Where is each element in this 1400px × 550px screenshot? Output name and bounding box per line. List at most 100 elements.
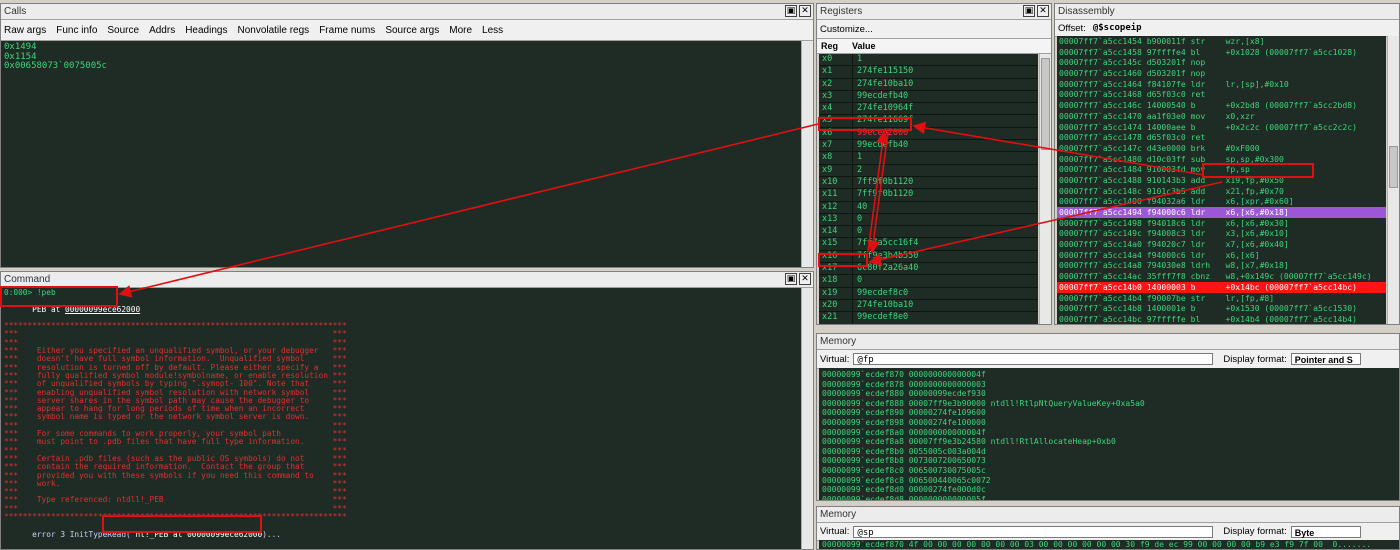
register-value[interactable]: 274fe10964f [852,103,1038,115]
register-value[interactable]: 99ecdef8c0 [852,287,1038,299]
calls-toolbar-button[interactable]: Source args [385,25,439,36]
register-row[interactable]: x5 274fe11669f [819,115,1038,128]
call-frame-row[interactable]: 0x00658073`0075005c [4,61,799,72]
calls-scrollbar[interactable] [801,41,813,267]
register-value[interactable]: 2 [852,164,1038,176]
register-row[interactable]: x17 6c80f2a26a40 [819,263,1038,276]
disassembly-row[interactable]: 00007ff7`a5cc1488 910143b3 add x19,fp,#0… [1057,175,1386,186]
close-icon[interactable]: ✕ [799,5,811,17]
disassembly-row[interactable]: 00007ff7`a5cc1468 d65f03c0 ret [1057,89,1386,100]
register-value[interactable]: 7ff9e3b4b550 [852,250,1038,263]
call-frame-row[interactable]: 0x1154 [4,52,799,63]
disassembly-row[interactable]: 00007ff7`a5cc147c d43e0000 brk #0xF000 [1057,143,1386,154]
value-column-header[interactable]: Value [848,39,876,53]
command-scrollbar[interactable] [801,288,813,549]
display-format-select[interactable]: Pointer and S [1290,353,1361,365]
register-value[interactable]: 274fe115150 [852,66,1038,78]
disassembly-row[interactable]: 00007ff7`a5cc14a8 794030e8 ldrh w8,[x7,#… [1057,260,1386,271]
calls-toolbar-button[interactable]: Func info [56,25,97,36]
disassembly-scrollbar[interactable] [1387,36,1399,324]
disassembly-row[interactable]: 00007ff7`a5cc1460 d503201f nop [1057,68,1386,79]
registers-scroll-thumb[interactable] [1041,58,1050,150]
register-value[interactable]: 7ff9f0b1120 [852,176,1038,189]
register-row[interactable]: x6 99ece62000 [819,127,1038,141]
register-row[interactable]: x16 7ff9e3b4b550 [819,250,1038,264]
dock-icon[interactable]: ▣ [785,5,797,17]
dock-icon[interactable]: ▣ [1023,5,1035,17]
disassembly-row[interactable]: 00007ff7`a5cc14a0 f94020c7 ldr x7,[x6,#0… [1057,239,1386,250]
register-row[interactable]: x7 99ecdefb40 [819,140,1038,153]
disassembly-row[interactable]: 00007ff7`a5cc148c 9101c3b5 add x21,fp,#0… [1057,186,1386,197]
register-value[interactable]: 40 [852,201,1038,213]
disassembly-row[interactable]: 00007ff7`a5cc14bc 97fffffe bl +0x14b4 (0… [1057,314,1386,324]
calls-toolbar-button[interactable]: Source [107,25,139,36]
register-row[interactable]: x3 99ecdefb40 [819,90,1038,104]
register-value[interactable]: 0 [852,226,1038,238]
disassembly-row[interactable]: 00007ff7`a5cc14b8 1400001e b +0x1530 (00… [1057,303,1386,314]
disassembly-row[interactable]: 00007ff7`a5cc1474 14000aee b +0x2c2c (00… [1057,122,1386,133]
register-row[interactable]: x9 2 [819,164,1038,177]
register-row[interactable]: x4 274fe10964f [819,103,1038,116]
disassembly-row[interactable]: 00007ff7`a5cc1470 aa1f03e0 mov x0,xzr [1057,111,1386,122]
calls-toolbar-button[interactable]: Nonvolatile regs [237,25,309,36]
reg-column-header[interactable]: Reg [817,39,848,53]
register-value[interactable]: 7ff9f0b1120 [852,189,1038,201]
disassembly-row[interactable]: 00007ff7`a5cc1480 d10c03ff sub sp,sp,#0x… [1057,154,1386,165]
peb-address-link[interactable]: 00000099ece62000 [65,305,140,314]
virtual-address-input[interactable]: @fp [853,353,1214,365]
disassembly-row[interactable]: 00007ff7`a5cc149c f94008c3 ldr x3,[x6,#0… [1057,228,1386,239]
register-row[interactable]: x21 99ecdef8e0 [819,312,1038,324]
register-row[interactable]: x12 40 [819,201,1038,214]
registers-scrollbar[interactable] [1039,54,1051,324]
disassembly-row[interactable]: 00007ff7`a5cc14b4 f90007be str lr,[fp,#8… [1057,293,1386,304]
register-value[interactable]: 0 [852,213,1038,226]
register-row[interactable]: x0 1 [819,54,1038,67]
offset-input[interactable]: @$scopeip [1090,22,1360,34]
register-value[interactable]: 274fe10ba10 [852,299,1038,312]
calls-toolbar-button[interactable]: Less [482,25,503,36]
register-row[interactable]: x18 0 [819,275,1038,288]
dock-icon[interactable]: ▣ [785,273,797,285]
register-row[interactable]: x11 7ff9f0b1120 [819,189,1038,202]
register-row[interactable]: x1 274fe115150 [819,66,1038,79]
register-value[interactable]: 7ff7a5cc16f4 [852,238,1038,250]
register-value[interactable]: 99ecdefb40 [852,140,1038,152]
register-row[interactable]: x19 99ecdef8c0 [819,287,1038,300]
register-row[interactable]: x13 0 [819,213,1038,227]
calls-toolbar-button[interactable]: More [449,25,472,36]
register-value[interactable]: 1 [852,152,1038,164]
register-value[interactable]: 1 [852,54,1038,66]
call-frame-row[interactable]: 0x1494 [4,42,799,53]
register-row[interactable]: x15 7ff7a5cc16f4 [819,238,1038,251]
calls-toolbar-button[interactable]: Raw args [4,25,46,36]
register-value[interactable]: 274fe11669f [852,115,1038,127]
close-icon[interactable]: ✕ [1037,5,1049,17]
disassembly-row[interactable]: 00007ff7`a5cc1490 f94032a6 ldr x6,[xpr,#… [1057,196,1386,207]
register-row[interactable]: x8 1 [819,152,1038,165]
calls-toolbar-button[interactable]: Headings [185,25,227,36]
display-format-select[interactable]: Byte [1290,525,1361,538]
disassembly-row[interactable]: 00007ff7`a5cc1458 97ffffe4 bl +0x1028 (0… [1057,47,1386,58]
register-value[interactable]: 274fe10ba10 [852,78,1038,90]
current-instruction-row[interactable]: 00007ff7`a5cc1494 f94000c6 ldr x6,[x6,#0… [1057,207,1386,218]
disassembly-row[interactable]: 00007ff7`a5cc1498 f94018c6 ldr x6,[x6,#0… [1057,218,1386,229]
disassembly-row[interactable]: 00007ff7`a5cc1478 d65f03c0 ret [1057,132,1386,143]
register-row[interactable]: x2 274fe10ba10 [819,78,1038,91]
calls-toolbar-button[interactable]: Frame nums [319,25,375,36]
customize-button[interactable]: Customize... [820,24,873,35]
register-value[interactable]: 0 [852,275,1038,287]
disassembly-row[interactable]: 00007ff7`a5cc14ac 35fff7f8 cbnz w8,+0x14… [1057,271,1386,282]
disassembly-row[interactable]: 00007ff7`a5cc14a4 f94000c6 ldr x6,[x6] [1057,250,1386,261]
disassembly-row[interactable]: 00007ff7`a5cc1464 f84107fe ldr lr,[sp],#… [1057,79,1386,90]
disassembly-row[interactable]: 00007ff7`a5cc146c 14000540 b +0x2bd8 (00… [1057,100,1386,111]
register-value[interactable]: 99ecdefb40 [852,90,1038,103]
breakpoint-row[interactable]: 00007ff7`a5cc14b0 14000003 b +0x14bc (00… [1057,281,1386,293]
disassembly-row[interactable]: 00007ff7`a5cc145c d503201f nop [1057,57,1386,68]
register-value[interactable]: 99ecdef8e0 [852,312,1038,324]
virtual-address-input[interactable]: @sp [853,525,1214,538]
register-value[interactable]: 6c80f2a26a40 [852,263,1038,275]
close-icon[interactable]: ✕ [799,273,811,285]
disassembly-row[interactable]: 00007ff7`a5cc1454 b900011f str wzr,[x8] [1057,36,1386,47]
register-row[interactable]: x20 274fe10ba10 [819,299,1038,313]
disassembly-row[interactable]: 00007ff7`a5cc1484 910003fd mov fp,sp [1057,164,1386,175]
